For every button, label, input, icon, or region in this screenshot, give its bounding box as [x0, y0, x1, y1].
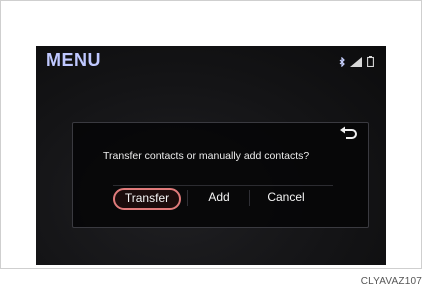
add-button[interactable]: Add — [199, 188, 239, 206]
button-divider — [187, 190, 188, 206]
head-unit-screen: MENU Transfer contacts or manually add c… — [36, 46, 386, 265]
menu-title: MENU — [46, 50, 101, 70]
dialog-button-row: Transfer Add Cancel — [113, 185, 333, 210]
signal-icon — [350, 54, 362, 72]
bluetooth-icon — [339, 54, 345, 72]
button-divider — [249, 190, 250, 206]
transfer-dialog: Transfer contacts or manually add contac… — [72, 122, 369, 228]
dialog-question: Transfer contacts or manually add contac… — [103, 150, 310, 162]
battery-icon — [367, 54, 374, 72]
transfer-button[interactable]: Transfer — [113, 188, 181, 210]
figure-frame: MENU Transfer contacts or manually add c… — [0, 0, 422, 269]
back-arrow-icon — [340, 126, 357, 139]
cancel-button[interactable]: Cancel — [258, 188, 314, 206]
status-bar — [339, 54, 374, 72]
figure-caption: CLYAVAZ107 — [360, 276, 422, 287]
back-button[interactable] — [338, 125, 360, 143]
